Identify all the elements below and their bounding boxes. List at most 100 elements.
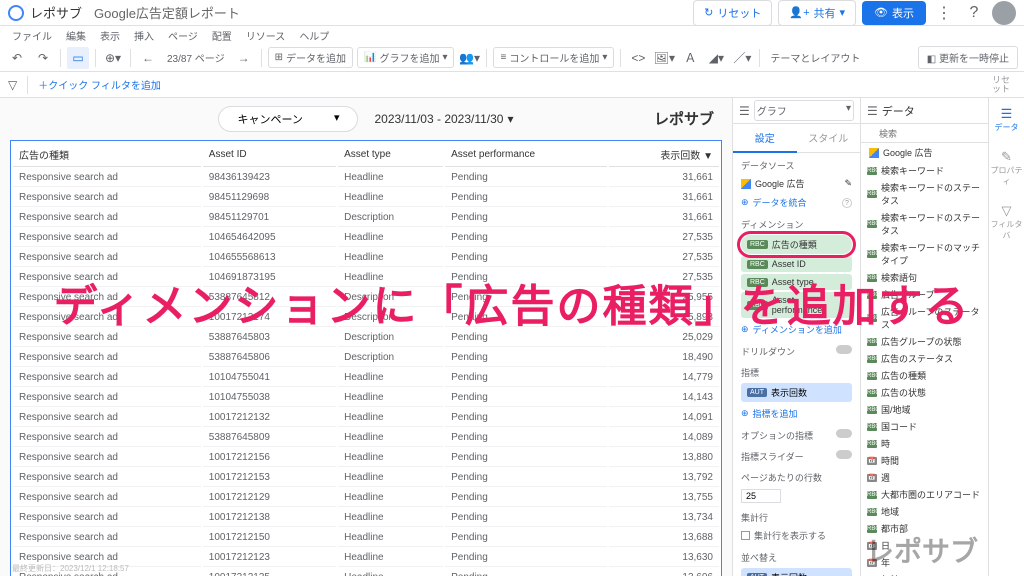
sidetab-data[interactable]: ☰データ (994, 102, 1020, 137)
dimension-chip[interactable]: RBCAsset performance (741, 292, 852, 318)
table-row[interactable]: Responsive search ad10017212132HeadlineP… (13, 409, 719, 427)
field-item[interactable]: RBC都市部 (861, 520, 988, 537)
dimension-chip[interactable]: RBCAsset type (741, 274, 852, 290)
tab-style[interactable]: スタイル (797, 124, 861, 153)
show-summary-checkbox[interactable]: 集計行を表示する (733, 526, 860, 545)
merge-data-button[interactable]: ⊕データを統合? (733, 193, 860, 212)
table-row[interactable]: Responsive search ad10017212156HeadlineP… (13, 449, 719, 467)
field-item[interactable]: RBC広告の状態 (861, 384, 988, 401)
field-item[interactable]: RBC大都市圏のエリアコード (861, 486, 988, 503)
view-button[interactable]: 👁表示 (862, 1, 926, 25)
menu-ページ[interactable]: ページ (168, 28, 198, 43)
table-row[interactable]: Responsive search ad98436139423HeadlineP… (13, 169, 719, 187)
col-header[interactable]: Asset performance (445, 143, 607, 167)
field-item[interactable]: RBC検索キーワードのマッチタイプ (861, 239, 988, 269)
field-item[interactable]: RBC検索キーワードのステータス (861, 179, 988, 209)
menu-挿入[interactable]: 挿入 (134, 28, 154, 43)
more-icon[interactable]: ⋮ (932, 1, 956, 25)
search-input[interactable] (861, 126, 988, 143)
zoom-icon[interactable]: ⊕▾ (102, 47, 124, 69)
table-row[interactable]: Responsive search ad104654642095Headline… (13, 229, 719, 247)
sort-chip[interactable]: AUT表示回数 (741, 568, 852, 576)
image-icon[interactable]: 🖼▾ (653, 47, 675, 69)
field-item[interactable]: 📅週 (861, 469, 988, 486)
field-item[interactable]: RBC国コード (861, 418, 988, 435)
field-item[interactable]: RBC広告の種類 (861, 367, 988, 384)
table-row[interactable]: Responsive search ad10017212174Descripti… (13, 309, 719, 327)
field-item[interactable]: RBC検索キーワードのステータス (861, 209, 988, 239)
field-item[interactable]: 123年齢 (861, 571, 988, 576)
field-item[interactable]: 📅日 (861, 537, 988, 554)
filter-icon[interactable]: ▽ (8, 78, 17, 92)
sidetab-property[interactable]: ✎プロパティ (989, 145, 1024, 191)
table-row[interactable]: Responsive search ad10017212150HeadlineP… (13, 529, 719, 547)
chart-type-dropdown[interactable]: グラフ▾ (754, 100, 854, 121)
menu-ファイル[interactable]: ファイル (12, 28, 52, 43)
add-dimension-button[interactable]: ⊕ディメンションを追加 (733, 320, 860, 339)
data-table[interactable]: 広告の種類Asset IDAsset typeAsset performance… (10, 140, 722, 576)
col-header[interactable]: 表示回数 ▼ (609, 143, 719, 167)
table-row[interactable]: Responsive search ad53887645812Descripti… (13, 289, 719, 307)
menu-ヘルプ[interactable]: ヘルプ (299, 28, 329, 43)
dimension-chip[interactable]: RBC広告の種類 (741, 235, 852, 254)
col-header[interactable]: Asset type (338, 143, 443, 167)
rows-input[interactable] (741, 489, 781, 503)
field-item[interactable]: RBC検索語句 (861, 269, 988, 286)
campaign-dropdown[interactable]: キャンペーン▾ (218, 106, 358, 132)
next-page-icon[interactable]: → (233, 47, 255, 69)
field-item[interactable]: 📅時間 (861, 452, 988, 469)
pause-update-button[interactable]: ◧ 更新を一時停止 (918, 46, 1018, 69)
reset-small[interactable]: リセ ット (992, 76, 1016, 94)
field-item[interactable]: RBC広告グループ (861, 286, 988, 303)
col-header[interactable]: 広告の種類 (13, 143, 201, 167)
help-icon[interactable]: ? (962, 1, 986, 25)
share-button[interactable]: 👤+共有▾ (778, 0, 856, 26)
add-control-button[interactable]: ≡コントロールを追加▾ (493, 47, 614, 68)
field-item[interactable]: RBC検索キーワード (861, 162, 988, 179)
redo-icon[interactable]: ↷ (32, 47, 54, 69)
table-row[interactable]: Responsive search ad10017212153HeadlineP… (13, 469, 719, 487)
data-source-row[interactable]: Google 広告 (861, 143, 988, 162)
add-chart-button[interactable]: 📊グラフを追加▾ (357, 47, 454, 68)
add-data-button[interactable]: ⊞データを追加 (268, 47, 353, 68)
field-item[interactable]: RBC地域 (861, 503, 988, 520)
table-row[interactable]: Responsive search ad10017212129HeadlineP… (13, 489, 719, 507)
dimension-chip[interactable]: RBCAsset ID (741, 256, 852, 272)
menu-配置[interactable]: 配置 (212, 28, 232, 43)
embed-icon[interactable]: <> (627, 47, 649, 69)
table-row[interactable]: Responsive search ad98451129698HeadlineP… (13, 189, 719, 207)
menu-表示[interactable]: 表示 (100, 28, 120, 43)
table-row[interactable]: Responsive search ad104691873195Headline… (13, 269, 719, 287)
field-item[interactable]: RBC広告のステータス (861, 350, 988, 367)
add-filter-button[interactable]: ＋クイック フィルタを追加 (38, 77, 161, 92)
undo-icon[interactable]: ↶ (6, 47, 28, 69)
avatar[interactable] (992, 1, 1016, 25)
text-icon[interactable]: Ａ (679, 47, 701, 69)
metric-chip[interactable]: AUT表示回数 (741, 383, 852, 402)
reset-button[interactable]: ↻リセット (693, 0, 772, 26)
field-item[interactable]: 📅年 (861, 554, 988, 571)
table-row[interactable]: Responsive search ad10104755041HeadlineP… (13, 369, 719, 387)
field-item[interactable]: RBC国/地域 (861, 401, 988, 418)
table-row[interactable]: Responsive search ad53887645809HeadlineP… (13, 429, 719, 447)
col-header[interactable]: Asset ID (203, 143, 336, 167)
field-item[interactable]: RBC広告グループの状態 (861, 333, 988, 350)
date-range-picker[interactable]: 2023/11/03 - 2023/11/30▾ (374, 112, 513, 126)
pointer-icon[interactable]: ▭ (67, 47, 89, 69)
line-icon[interactable]: ／▾ (731, 47, 753, 69)
sidetab-filterbar[interactable]: ▽フィルタバ (989, 199, 1024, 245)
tab-settings[interactable]: 設定 (733, 124, 797, 153)
theme-layout-button[interactable]: テーマとレイアウト (766, 50, 864, 65)
table-row[interactable]: Responsive search ad53887645803Descripti… (13, 329, 719, 347)
table-row[interactable]: Responsive search ad104655568613Headline… (13, 249, 719, 267)
page-indicator[interactable]: 23/87 ページ (163, 50, 229, 65)
add-metric-button[interactable]: ⊕指標を追加 (733, 404, 860, 423)
table-row[interactable]: Responsive search ad10017212138HeadlineP… (13, 509, 719, 527)
table-row[interactable]: Responsive search ad53887645806Descripti… (13, 349, 719, 367)
menu-リソース[interactable]: リソース (246, 28, 286, 43)
menu-編集[interactable]: 編集 (66, 28, 86, 43)
community-icon[interactable]: 👥▾ (458, 47, 480, 69)
prev-page-icon[interactable]: ← (137, 47, 159, 69)
field-item[interactable]: RBC広告グループのステータス (861, 303, 988, 333)
datasource-row[interactable]: Google 広告✎ (733, 174, 860, 193)
